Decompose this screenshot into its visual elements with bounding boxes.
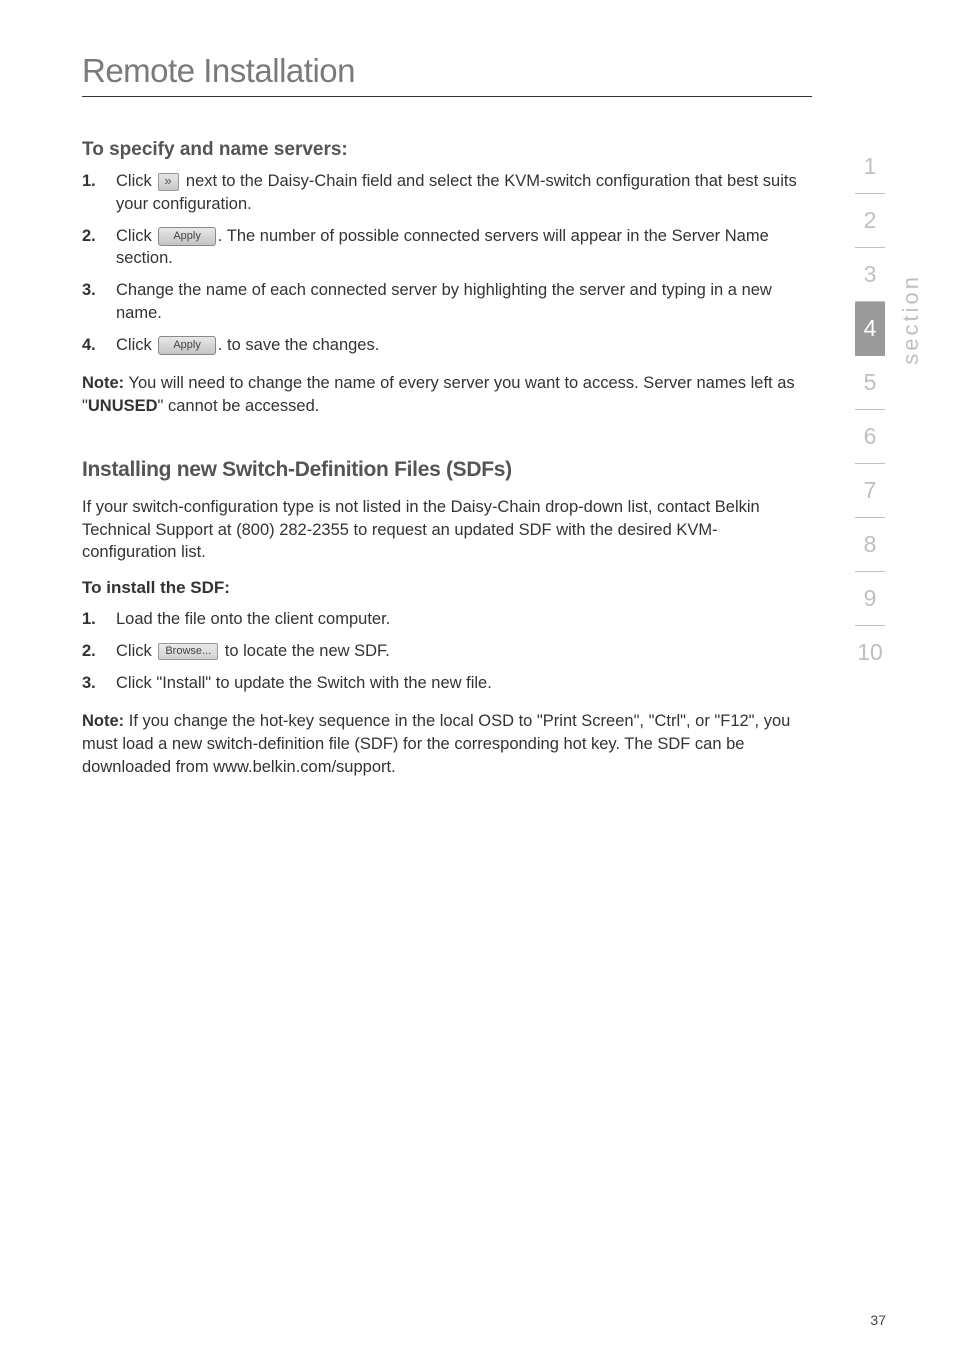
list-item: 3. Click "Install" to update the Switch … xyxy=(82,672,812,695)
item-number: 2. xyxy=(82,225,100,248)
section-tabs: 1 2 3 4 5 6 7 8 9 10 xyxy=(844,140,896,679)
item-number: 2. xyxy=(82,640,100,663)
item-number: 1. xyxy=(82,608,100,631)
section-tab-5: 5 xyxy=(855,356,885,410)
page-title: Remote Installation xyxy=(82,52,812,90)
sdf-heading: Installing new Switch-Definition Files (… xyxy=(82,458,812,482)
section-label: section xyxy=(898,274,924,365)
item-text-post: to locate the new SDF. xyxy=(220,642,390,660)
item-number: 3. xyxy=(82,672,100,695)
section-tab-7: 7 xyxy=(855,464,885,518)
item-number: 1. xyxy=(82,170,100,193)
note-body-3: If you change the hot-key sequence in th… xyxy=(82,712,790,776)
browse-button-image: Browse... xyxy=(158,643,218,660)
item-text-pre: Click xyxy=(116,227,156,245)
list-item: 3. Change the name of each connected ser… xyxy=(82,279,812,325)
section-tab-9: 9 xyxy=(855,572,885,626)
page-number: 37 xyxy=(870,1312,886,1328)
list-item: 1. Load the file onto the client compute… xyxy=(82,608,812,631)
section-tab-4: 4 xyxy=(855,302,885,356)
list-item: 2. Click Browse... to locate the new SDF… xyxy=(82,640,812,663)
list-item: 4. Click Apply. to save the changes. xyxy=(82,334,812,357)
section-tab-10: 10 xyxy=(855,626,885,679)
specify-servers-heading: To specify and name servers: xyxy=(82,139,812,161)
section-tab-8: 8 xyxy=(855,518,885,572)
chevron-icon xyxy=(158,173,179,191)
section-tab-3: 3 xyxy=(855,248,885,302)
note-body-2: " cannot be accessed. xyxy=(158,397,320,415)
section-tab-6: 6 xyxy=(855,410,885,464)
item-text: Click "Install" to update the Switch wit… xyxy=(116,672,492,695)
install-sdf-heading: To install the SDF: xyxy=(82,578,812,598)
list-item: 1. Click next to the Daisy-Chain field a… xyxy=(82,170,812,216)
item-text-pre: Click xyxy=(116,336,156,354)
item-text: Change the name of each connected server… xyxy=(116,279,812,325)
note-unused: UNUSED xyxy=(88,397,158,415)
item-text-post: . to save the changes. xyxy=(218,336,379,354)
specify-servers-list: 1. Click next to the Daisy-Chain field a… xyxy=(82,170,812,356)
item-text-pre: Click xyxy=(116,172,156,190)
apply-button-image: Apply xyxy=(158,336,216,355)
note-label: Note: xyxy=(82,374,124,392)
sdf-intro: If your switch-configuration type is not… xyxy=(82,496,812,564)
install-sdf-list: 1. Load the file onto the client compute… xyxy=(82,608,812,694)
note-label-2: Note: xyxy=(82,712,124,730)
note-text: Note: You will need to change the name o… xyxy=(82,372,812,418)
section-tab-2: 2 xyxy=(855,194,885,248)
list-item: 2. Click Apply. The number of possible c… xyxy=(82,225,812,271)
item-text: Load the file onto the client computer. xyxy=(116,608,390,631)
item-text-pre: Click xyxy=(116,642,156,660)
item-number: 4. xyxy=(82,334,100,357)
section-tab-1: 1 xyxy=(855,140,885,194)
item-text-post: next to the Daisy-Chain field and select… xyxy=(116,172,797,213)
apply-button-image: Apply xyxy=(158,227,216,246)
item-number: 3. xyxy=(82,279,100,302)
note-text-2: Note: If you change the hot-key sequence… xyxy=(82,710,812,778)
title-rule xyxy=(82,96,812,97)
